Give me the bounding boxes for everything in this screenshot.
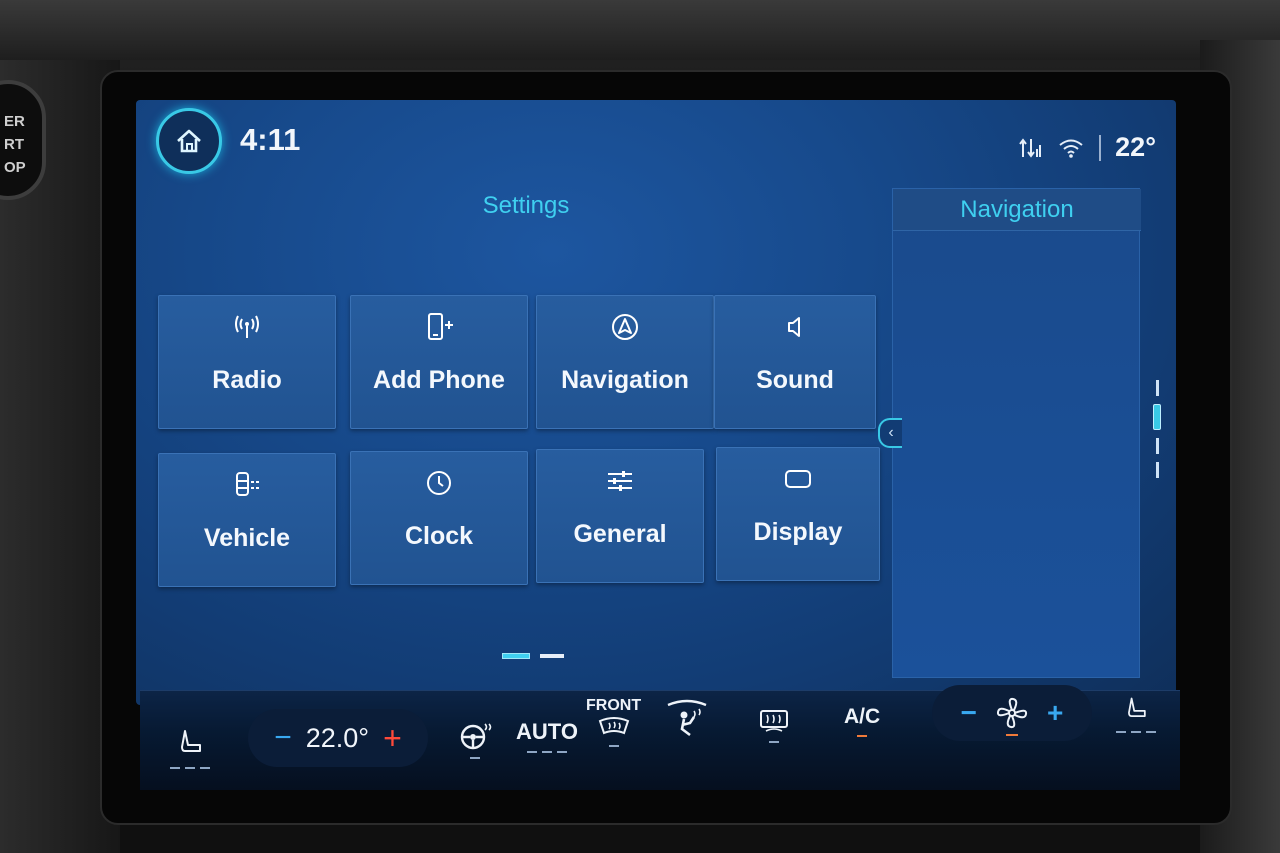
max-defrost-icon [667,699,707,737]
tile-label: Add Phone [373,366,505,394]
tile-label: Navigation [561,366,689,394]
page-indicator [502,653,564,659]
tile-vehicle[interactable]: Vehicle [158,453,336,587]
tile-radio[interactable]: Radio [158,295,336,429]
fan-increase-button[interactable]: + [1047,697,1063,729]
home-icon [177,129,201,153]
tile-label: Vehicle [203,524,291,552]
scroll-step [1155,462,1159,478]
home-button[interactable] [156,108,222,174]
fan-speed-control: − + [932,685,1092,741]
dashboard-top-trim [0,0,1280,60]
heated-steering-button[interactable] [458,721,492,759]
tile-label: Clock [404,522,474,550]
windshield-defrost-icon [598,717,629,735]
driver-seat-heat-button[interactable] [170,727,210,769]
tile-label: Radio [212,366,282,394]
settings-grid: Radio Add Phone Navigation Sound Vehicle… [158,295,888,595]
sliders-icon [608,471,632,491]
seat-icon [181,730,201,752]
engine-start-button: ER RT OP [0,80,46,200]
tile-label: Sound [756,366,834,394]
seat-icon [1128,697,1146,718]
scroll-step [1155,438,1159,454]
scroll-step-active [1153,404,1161,430]
max-defrost-button[interactable] [664,695,710,741]
navigation-side-panel[interactable]: Navigation [892,188,1141,678]
settings-title: Settings [482,192,570,219]
page-indicator-current[interactable] [502,653,530,659]
temp-increase-button[interactable]: + [383,720,402,757]
wifi-icon [1059,139,1083,158]
clock-icon [427,471,451,495]
fan-icon [996,697,1028,729]
panel-collapse-handle[interactable]: ‹ [878,418,902,448]
front-defrost-button[interactable]: FRONT [586,697,641,747]
passenger-seat-heat-button[interactable] [1116,695,1156,733]
temp-decrease-button[interactable]: − [274,721,292,755]
driver-temperature-control: − 22.0° + [248,709,428,767]
status-icons: 22° [1017,132,1156,163]
side-panel-title: Navigation [893,189,1141,231]
climate-control-bar: − 22.0° + AUTO FRONT A/C − + [140,685,1180,790]
rear-defrost-icon [760,710,788,732]
tile-label: General [573,520,667,548]
vehicle-icon [236,472,259,496]
outside-temperature: 22° [1115,132,1156,162]
rear-defrost-button[interactable] [758,707,790,743]
auto-climate-button[interactable]: AUTO [516,719,578,753]
fan-level-indicator [1006,734,1018,736]
tile-sound[interactable]: Sound [714,295,876,429]
auto-label: AUTO [516,719,578,744]
signal-icon [1019,137,1042,158]
status-clock: 4:11 [240,122,301,157]
page-indicator-next[interactable] [540,654,564,658]
navigation-icon [612,314,638,340]
ac-button[interactable]: A/C [844,705,880,737]
tile-display[interactable]: Display [716,447,880,581]
display-icon [785,470,811,488]
add-phone-icon [428,313,453,340]
radio-antenna-icon [235,315,259,338]
tile-clock[interactable]: Clock [350,451,528,585]
tile-label: Display [753,518,843,546]
fan-decrease-button[interactable]: − [961,697,977,729]
status-divider [1099,134,1102,161]
tile-add-phone[interactable]: Add Phone [350,295,528,429]
heated-steering-wheel-icon [460,723,492,750]
speaker-icon [788,317,800,337]
tile-navigation[interactable]: Navigation [536,295,714,429]
scroll-step [1155,380,1159,396]
start-button-label: ER RT OP [4,113,26,176]
infotainment-screen: 4:11 22° Settings Radio Add Phone Naviga… [136,100,1176,705]
tile-general[interactable]: General [536,449,704,583]
front-label: FRONT [586,697,642,714]
panel-scroll-indicator[interactable] [1152,380,1162,484]
driver-temperature: 22.0° [305,722,370,753]
ac-label: A/C [844,705,881,728]
